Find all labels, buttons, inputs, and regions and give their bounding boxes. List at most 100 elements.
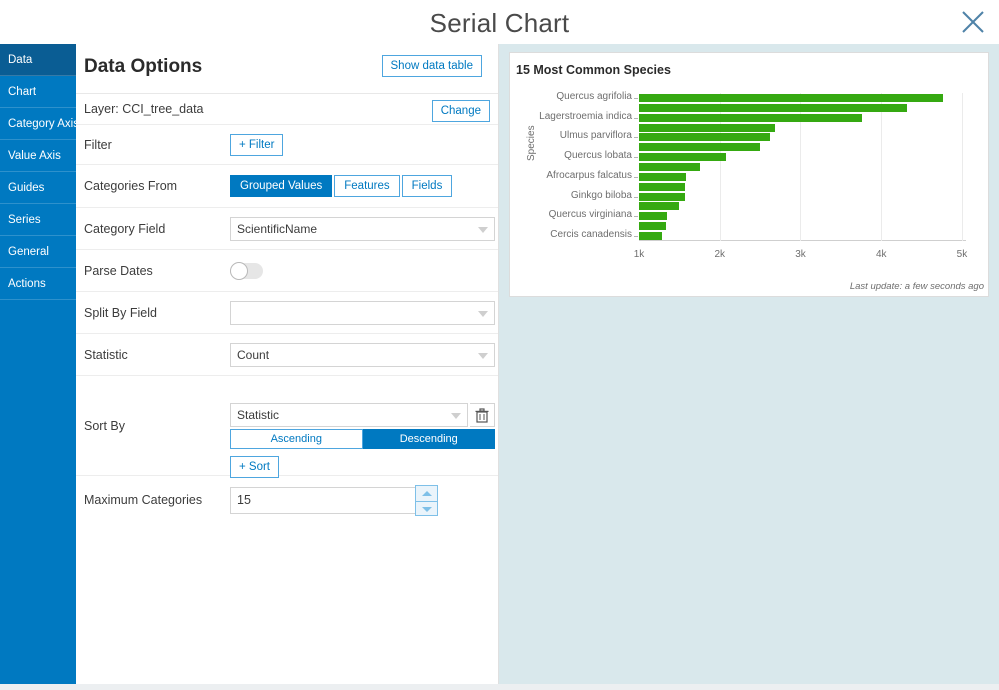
chevron-down-icon — [478, 353, 488, 359]
category-field-row: Category Field ScientificName — [76, 208, 498, 250]
category-tick-mark — [634, 236, 638, 237]
category-tick-mark — [634, 197, 638, 198]
sort-by-label: Sort By — [84, 419, 230, 433]
bar[interactable] — [639, 222, 666, 230]
parse-dates-label: Parse Dates — [84, 264, 230, 278]
toggle-knob — [230, 262, 248, 280]
sidebar-item-label: Chart — [8, 86, 36, 98]
x-axis-line — [639, 240, 966, 241]
data-options-panel: Data Options Show data table Layer: CCI_… — [76, 44, 499, 684]
split-by-field-select[interactable] — [230, 301, 495, 325]
title-bar: Serial Chart — [0, 0, 999, 44]
category-field-control: ScientificName — [230, 217, 495, 241]
bar[interactable] — [639, 183, 685, 191]
bar[interactable] — [639, 193, 685, 201]
bar[interactable] — [639, 114, 862, 122]
sidebar-item-category-axis[interactable]: Category Axis — [0, 108, 76, 140]
bar-plot: 1k2k3k4k5kQuercus agrifoliaLagerstroemia… — [639, 93, 966, 241]
sidebar-item-data[interactable]: Data — [0, 44, 76, 76]
sidebar-item-series[interactable]: Series — [0, 204, 76, 236]
category-field-label: Category Field — [84, 222, 230, 236]
category-axis-label: Quercus virginiana — [549, 209, 632, 220]
bar[interactable] — [639, 153, 726, 161]
categories-from-option-grouped-values[interactable]: Grouped Values — [230, 175, 332, 197]
parse-dates-control — [230, 263, 490, 279]
sort-direction-ascending[interactable]: Ascending — [230, 429, 363, 449]
category-axis-label: Ginkgo biloba — [571, 190, 632, 201]
categories-from-option-fields[interactable]: Fields — [402, 175, 453, 197]
categories-from-segmented-control: Grouped ValuesFeaturesFields — [230, 175, 454, 197]
chevron-down-icon — [451, 413, 461, 419]
chevron-down-icon — [478, 311, 488, 317]
y-axis-title: Species — [526, 125, 537, 161]
close-icon[interactable] — [957, 6, 989, 38]
sidebar-item-chart[interactable]: Chart — [0, 76, 76, 108]
serial-chart-dialog: Serial Chart Data Chart Category Axis Value… — [0, 0, 999, 690]
category-field-value: ScientificName — [237, 222, 317, 236]
maximum-categories-input[interactable] — [230, 487, 430, 514]
statistic-value: Count — [237, 348, 269, 362]
bar[interactable] — [639, 212, 667, 220]
add-filter-button[interactable]: + Filter — [230, 134, 283, 156]
category-tick-mark — [634, 137, 638, 138]
show-data-table-button[interactable]: Show data table — [382, 55, 482, 77]
sidebar-item-label: Guides — [8, 182, 44, 194]
maximum-categories-stepper — [230, 487, 430, 514]
sidebar-item-label: Category Axis — [8, 118, 79, 130]
x-axis-tick-label: 2k — [714, 249, 725, 260]
category-axis-label: Lagerstroemia indica — [539, 111, 632, 122]
bottom-strip — [0, 684, 999, 690]
bar[interactable] — [639, 232, 662, 240]
bar[interactable] — [639, 143, 760, 151]
sidebar-item-label: Actions — [8, 278, 46, 290]
stepper-buttons — [415, 485, 438, 516]
sidebar-item-value-axis[interactable]: Value Axis — [0, 140, 76, 172]
chevron-down-icon — [478, 227, 488, 233]
sidebar-item-general[interactable]: General — [0, 236, 76, 268]
chart-body: Species 1k2k3k4k5kQuercus agrifoliaLager… — [510, 89, 990, 269]
sort-by-control: Statistic AscendingDescending + S — [230, 403, 495, 449]
sort-direction-descending[interactable]: Descending — [363, 429, 496, 449]
sidebar-item-label: Data — [8, 54, 32, 66]
parse-dates-toggle[interactable] — [230, 263, 263, 279]
chart-title: 15 Most Common Species — [516, 63, 671, 77]
change-layer-button[interactable]: Change — [432, 100, 490, 122]
bar[interactable] — [639, 104, 907, 112]
category-field-select[interactable]: ScientificName — [230, 217, 495, 241]
category-tick-mark — [634, 177, 638, 178]
sidebar-item-guides[interactable]: Guides — [0, 172, 76, 204]
sort-direction-segmented-control: AscendingDescending — [230, 429, 495, 449]
maximum-categories-row: Maximum Categories — [76, 476, 498, 524]
bar[interactable] — [639, 133, 770, 141]
categories-from-label: Categories From — [84, 179, 230, 193]
sidebar-item-actions[interactable]: Actions — [0, 268, 76, 300]
bar[interactable] — [639, 163, 700, 171]
sort-by-select[interactable]: Statistic — [230, 403, 468, 427]
filter-row: Filter + Filter — [76, 125, 498, 165]
x-axis-tick-label: 4k — [876, 249, 887, 260]
bar[interactable] — [639, 124, 775, 132]
categories-from-option-features[interactable]: Features — [334, 175, 399, 197]
gridline — [962, 93, 963, 241]
split-by-field-row: Split By Field — [76, 292, 498, 334]
layer-label: Layer: CCI_tree_data — [84, 102, 204, 116]
caret-down-icon[interactable] — [416, 501, 437, 516]
category-axis-label: Quercus agrifolia — [556, 91, 632, 102]
chart-preview-area: 15 Most Common Species Species 1k2k3k4k5… — [499, 44, 999, 684]
filter-control: + Filter — [230, 134, 490, 156]
statistic-select[interactable]: Count — [230, 343, 495, 367]
add-sort-button[interactable]: + Sort — [230, 456, 279, 478]
bar[interactable] — [639, 202, 679, 210]
category-tick-mark — [634, 216, 638, 217]
category-axis-label: Cercis canadensis — [550, 229, 632, 240]
category-tick-mark — [634, 118, 638, 119]
bar[interactable] — [639, 94, 943, 102]
caret-up-icon[interactable] — [416, 486, 437, 501]
x-axis-tick-label: 3k — [795, 249, 806, 260]
statistic-row: Statistic Count — [76, 334, 498, 376]
bar[interactable] — [639, 173, 686, 181]
trash-icon[interactable] — [470, 403, 495, 427]
maximum-categories-label: Maximum Categories — [84, 493, 230, 507]
sidebar: Data Chart Category Axis Value Axis Guides Se… — [0, 44, 76, 684]
categories-from-row: Categories From Grouped ValuesFeaturesFi… — [76, 165, 498, 208]
